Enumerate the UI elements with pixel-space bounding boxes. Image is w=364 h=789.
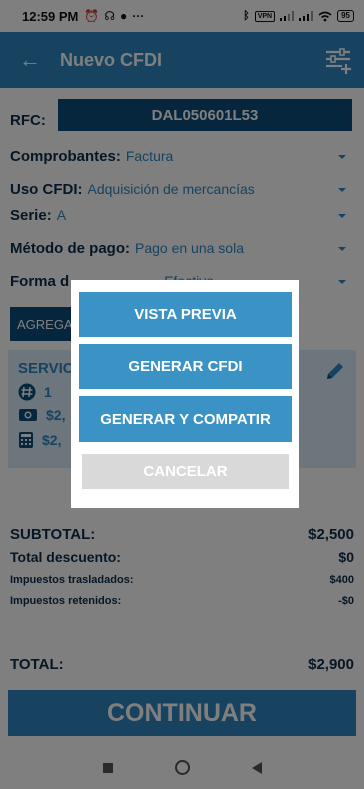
- generate-cfdi-button[interactable]: GENERAR CFDI: [79, 344, 292, 389]
- action-dialog: VISTA PREVIA GENERAR CFDI GENERAR Y COMP…: [71, 280, 299, 508]
- generate-share-button[interactable]: GENERAR Y COMPATIR: [79, 396, 292, 442]
- cancel-button[interactable]: CANCELAR: [82, 454, 289, 489]
- preview-button[interactable]: VISTA PREVIA: [79, 292, 292, 337]
